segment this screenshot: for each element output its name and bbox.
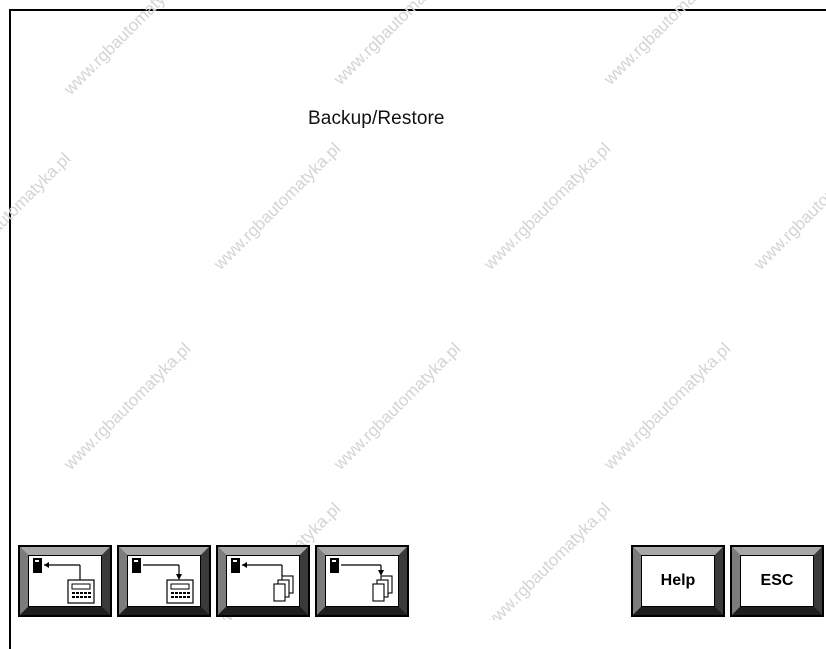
help-label: Help <box>660 572 696 589</box>
key-face <box>226 555 300 607</box>
key-face <box>325 555 399 607</box>
files-to-drive-icon <box>330 558 393 602</box>
screen-title: Backup/Restore <box>308 108 445 129</box>
help-button[interactable]: Help <box>631 545 725 617</box>
key-face <box>28 555 102 607</box>
key-face: ESC <box>740 555 814 607</box>
key-face <box>127 555 201 607</box>
key-face: Help <box>641 555 715 607</box>
drive-to-terminal-icon <box>33 558 95 604</box>
drive-to-files-icon <box>231 558 294 602</box>
backup-to-files-button[interactable] <box>216 545 310 617</box>
restore-from-files-button[interactable] <box>315 545 409 617</box>
esc-label: ESC <box>760 572 794 589</box>
restore-from-terminal-button[interactable] <box>117 545 211 617</box>
esc-button[interactable]: ESC <box>730 545 824 617</box>
terminal-to-drive-icon <box>132 558 194 604</box>
backup-to-terminal-button[interactable] <box>18 545 112 617</box>
